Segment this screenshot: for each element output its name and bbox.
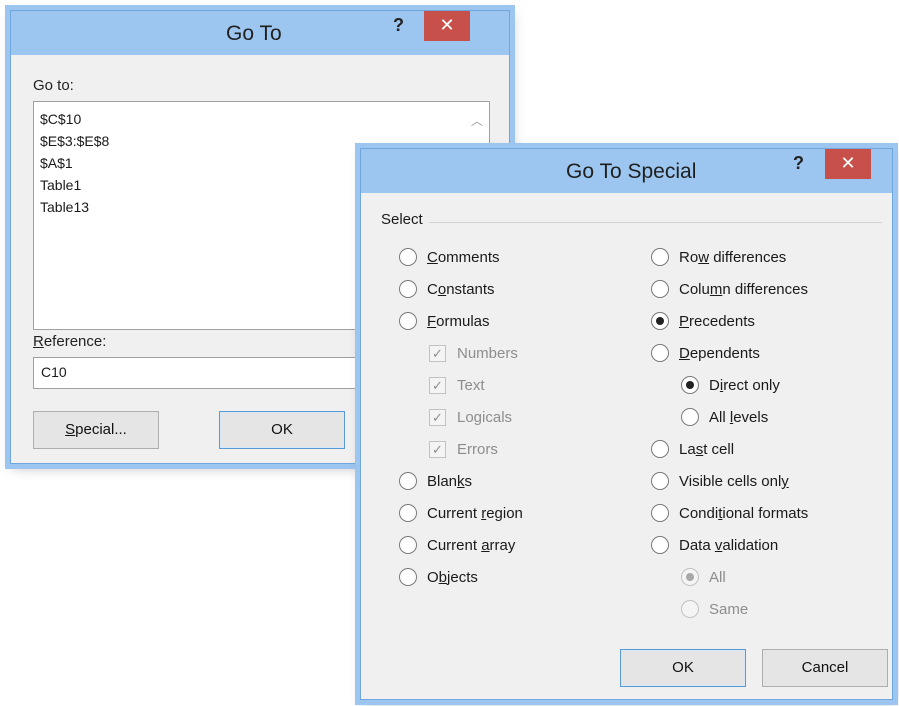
goto-help-icon[interactable]: ? [393,15,404,36]
special-button[interactable]: Special... [33,411,159,449]
radio-icon[interactable] [399,536,417,554]
radio-icon[interactable] [651,472,669,490]
radio-icon[interactable] [681,600,699,618]
special-titlebar[interactable]: Go To Special ? ✕ [361,149,892,193]
special-title: Go To Special [566,160,697,183]
group-divider [429,222,882,223]
radio-selected-icon[interactable] [651,312,669,330]
radio-icon[interactable] [399,280,417,298]
list-item[interactable]: $A$1 [40,152,109,174]
radio-icon[interactable] [399,248,417,266]
radio-icon[interactable] [651,440,669,458]
special-cancel-button[interactable]: Cancel [762,649,888,687]
goto-close-icon[interactable]: ✕ [424,11,470,41]
goto-label: Go to: [33,77,74,94]
radio-icon[interactable] [399,312,417,330]
list-item[interactable]: $C$10 [40,108,109,130]
radio-icon[interactable] [651,344,669,362]
radio-icon[interactable] [651,504,669,522]
list-item[interactable]: Table13 [40,196,109,218]
goto-ok-button[interactable]: OK [219,411,345,449]
goto-special-dialog: Go To Special ? ✕ Select Comments Consta… [360,148,893,700]
radio-icon[interactable] [651,248,669,266]
list-item[interactable]: $E$3:$E$8 [40,130,109,152]
goto-titlebar[interactable]: Go To ? ✕ [11,11,509,55]
select-group-label: Select [381,211,423,228]
checkmark-icon[interactable]: ✓ [429,441,446,458]
special-help-icon[interactable]: ? [793,153,804,174]
goto-title: Go To [226,22,282,45]
radio-selected-icon[interactable] [681,568,699,586]
checkmark-icon[interactable]: ✓ [429,345,446,362]
reference-label: Reference: [33,333,107,350]
radio-selected-icon[interactable] [681,376,699,394]
radio-icon[interactable] [651,536,669,554]
radio-icon[interactable] [681,408,699,426]
special-client: Select Comments Constants Formulas ✓ Num… [361,193,892,699]
radio-icon[interactable] [651,280,669,298]
checkmark-icon[interactable]: ✓ [429,377,446,394]
scroll-up-icon[interactable]: ︿ [471,112,483,129]
special-close-icon[interactable]: ✕ [825,149,871,179]
list-item[interactable]: Table1 [40,174,109,196]
radio-icon[interactable] [399,568,417,586]
radio-icon[interactable] [399,472,417,490]
radio-icon[interactable] [399,504,417,522]
special-ok-button[interactable]: OK [620,649,746,687]
reference-value[interactable]: C10 [41,364,67,380]
checkmark-icon[interactable]: ✓ [429,409,446,426]
